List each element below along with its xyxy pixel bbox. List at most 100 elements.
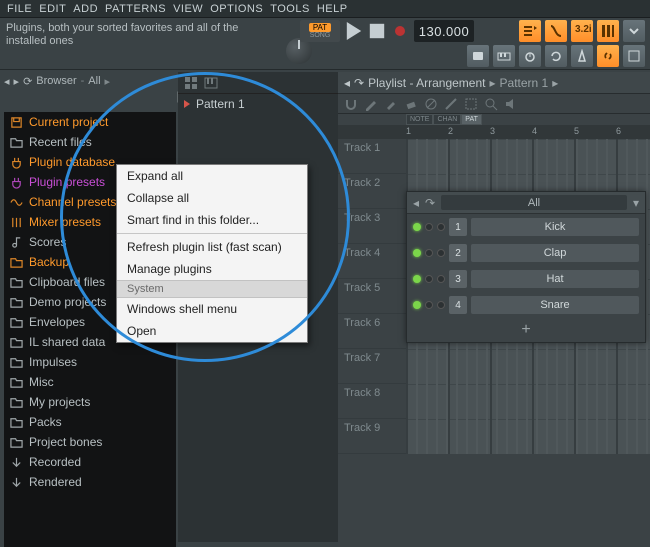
tree-item[interactable]: Project bones	[4, 432, 176, 452]
channel-pan-knob[interactable]	[425, 223, 433, 231]
menu-help[interactable]: HELP	[314, 2, 351, 16]
menu-icon[interactable]: ◂	[344, 76, 350, 90]
typing-keyboard-button[interactable]	[493, 45, 515, 67]
snap-button[interactable]	[623, 45, 645, 67]
channel-mixer-track[interactable]: 1	[449, 218, 467, 236]
brush-icon[interactable]	[384, 97, 398, 111]
midi-settings-button[interactable]	[467, 45, 489, 67]
channel-vol-knob[interactable]	[437, 223, 445, 231]
more-views-button[interactable]	[623, 20, 645, 42]
pattern-entry[interactable]: Pattern 1	[178, 94, 338, 114]
context-menu-item[interactable]: Open	[117, 320, 307, 342]
playlist-crumb[interactable]: Pattern 1	[500, 76, 549, 90]
slice-icon[interactable]	[444, 97, 458, 111]
tree-item[interactable]: Misc	[4, 372, 176, 392]
add-channel-button[interactable]: +	[407, 318, 645, 342]
playlist-track-header[interactable]: Track 9	[338, 419, 406, 454]
playlist-track-header[interactable]: Track 1	[338, 139, 406, 174]
loop-record-button[interactable]	[545, 45, 567, 67]
playlist-track-header[interactable]: Track 6	[338, 314, 406, 349]
piano-roll-button[interactable]	[545, 20, 567, 42]
channel-vol-knob[interactable]	[437, 301, 445, 309]
playlist-track-header[interactable]: Track 8	[338, 384, 406, 419]
channel-name-button[interactable]: Clap	[471, 244, 639, 262]
playlist-track-header[interactable]: Track 5	[338, 279, 406, 314]
channel-pan-knob[interactable]	[425, 249, 433, 257]
metronome-button[interactable]	[571, 45, 593, 67]
zoom-icon[interactable]	[484, 97, 498, 111]
browser-filter[interactable]: All	[88, 75, 100, 87]
play-button[interactable]	[345, 22, 363, 40]
tree-item[interactable]: Recent files	[4, 132, 176, 152]
select-icon[interactable]	[464, 97, 478, 111]
tree-item[interactable]: Rendered	[4, 472, 176, 492]
tree-item[interactable]: Packs	[4, 412, 176, 432]
pencil-icon[interactable]	[364, 97, 378, 111]
context-menu-item[interactable]: Collapse all	[117, 187, 307, 209]
channel-enable-led[interactable]	[413, 249, 421, 257]
pat-song-switch[interactable]: PAT SONG	[300, 20, 340, 42]
menu-file[interactable]: FILE	[4, 2, 35, 16]
menu-edit[interactable]: EDIT	[36, 2, 69, 16]
speaker-icon[interactable]	[504, 97, 518, 111]
menu-icon[interactable]: ◂	[413, 196, 419, 210]
mixer-button[interactable]	[597, 20, 619, 42]
channel-mixer-track[interactable]: 2	[449, 244, 467, 262]
mute-icon[interactable]	[424, 97, 438, 111]
channel-name-button[interactable]: Kick	[471, 218, 639, 236]
context-menu-item[interactable]: Expand all	[117, 165, 307, 187]
keys-icon[interactable]	[204, 76, 218, 90]
channel-enable-led[interactable]	[413, 275, 421, 283]
chevron-down-icon[interactable]: ▾	[633, 196, 639, 210]
channel-enable-led[interactable]	[413, 301, 421, 309]
context-menu-item[interactable]: Manage plugins	[117, 258, 307, 280]
playlist-button[interactable]	[519, 20, 541, 42]
reload-icon[interactable]: ⟳	[23, 75, 32, 88]
channel-rack-button[interactable]: 3.2i	[571, 20, 593, 42]
channel-mixer-track[interactable]: 4	[449, 296, 467, 314]
context-menu-item[interactable]: Windows shell menu	[117, 298, 307, 320]
ruler-tick: 3	[490, 126, 495, 136]
channel-enable-led[interactable]	[413, 223, 421, 231]
redo-icon[interactable]: ↷	[425, 196, 435, 210]
stop-button[interactable]	[368, 22, 386, 40]
playlist-track-header[interactable]: Track 2	[338, 174, 406, 209]
link-button[interactable]	[597, 45, 619, 67]
channel-pan-knob[interactable]	[425, 275, 433, 283]
transport-controls: PAT SONG 130.000	[300, 19, 474, 43]
menu-view[interactable]: VIEW	[170, 2, 206, 16]
channel-vol-knob[interactable]	[437, 275, 445, 283]
playlist-redo-icon[interactable]: ↷	[354, 76, 364, 90]
tree-item[interactable]: My projects	[4, 392, 176, 412]
back-icon[interactable]: ◂	[4, 75, 10, 88]
browser-header: ◂ ▸ ⟳ Browser - All ▸	[4, 72, 110, 90]
tree-item[interactable]: Impulses	[4, 352, 176, 372]
record-button[interactable]	[391, 22, 409, 40]
playlist-track-header[interactable]: Track 4	[338, 244, 406, 279]
ruler-mode-tabs[interactable]: NOTE CHAN PAT	[406, 114, 650, 125]
menu-add[interactable]: ADD	[70, 2, 101, 16]
channel-name-button[interactable]: Snare	[471, 296, 639, 314]
menu-patterns[interactable]: PATTERNS	[102, 2, 169, 16]
erase-icon[interactable]	[404, 97, 418, 111]
channel-rack-window[interactable]: ◂ ↷ All ▾ 1Kick2Clap3Hat4Snare +	[406, 191, 646, 343]
grid-icon[interactable]	[184, 76, 198, 90]
playlist-ruler[interactable]: 123456	[338, 125, 650, 139]
fwd-icon[interactable]: ▸	[14, 75, 20, 88]
channel-name-button[interactable]: Hat	[471, 270, 639, 288]
tree-item[interactable]: Recorded	[4, 452, 176, 472]
playlist-track-header[interactable]: Track 7	[338, 349, 406, 384]
playlist-track-header[interactable]: Track 3	[338, 209, 406, 244]
menu-options[interactable]: OPTIONS	[207, 2, 266, 16]
countdown-button[interactable]	[519, 45, 541, 67]
context-menu-item[interactable]: Refresh plugin list (fast scan)	[117, 236, 307, 258]
magnet-icon[interactable]	[344, 97, 358, 111]
channel-filter[interactable]: All	[441, 195, 627, 210]
menu-tools[interactable]: TOOLS	[267, 2, 313, 16]
channel-vol-knob[interactable]	[437, 249, 445, 257]
channel-mixer-track[interactable]: 3	[449, 270, 467, 288]
channel-pan-knob[interactable]	[425, 301, 433, 309]
tempo-display[interactable]: 130.000	[414, 20, 474, 42]
context-menu-item[interactable]: Smart find in this folder...	[117, 209, 307, 231]
tree-item[interactable]: Current project	[4, 112, 176, 132]
